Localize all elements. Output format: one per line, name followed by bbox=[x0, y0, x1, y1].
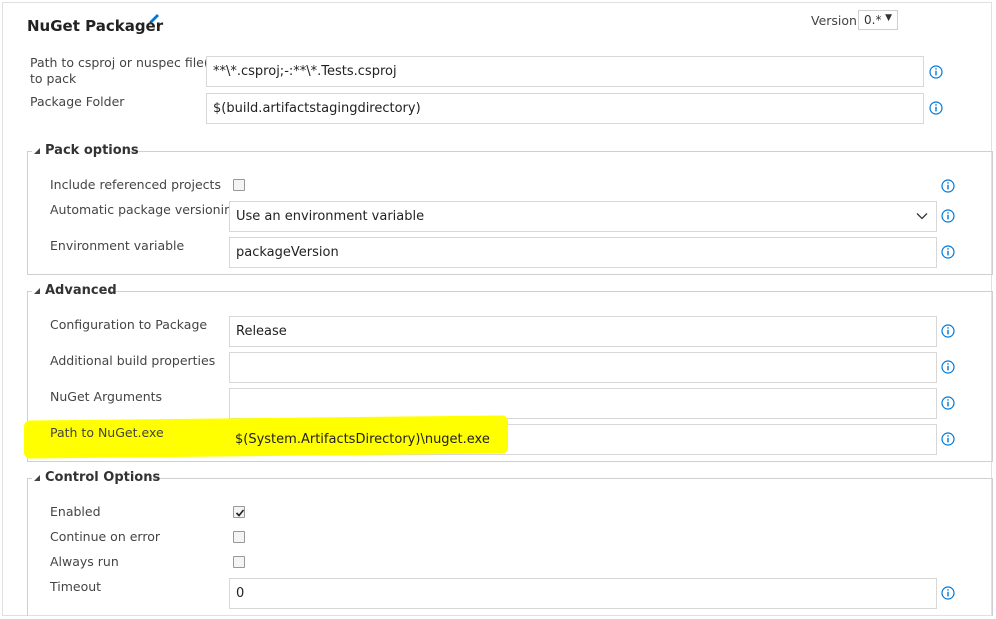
package-folder-label: Package Folder bbox=[30, 94, 125, 109]
continue-on-error-label: Continue on error bbox=[50, 529, 160, 544]
env-variable-input[interactable]: packageVersion bbox=[229, 237, 937, 268]
nuget-path-value[interactable]: $(System.ArtifactsDirectory)\nuget.exe bbox=[235, 432, 490, 448]
path-input[interactable]: **\*.csproj;-:**\*.Tests.csproj bbox=[206, 56, 924, 87]
versioning-value: Use an environment variable bbox=[236, 209, 425, 224]
package-folder-input[interactable]: $(build.artifactstagingdirectory) bbox=[206, 93, 924, 124]
configuration-input[interactable]: Release bbox=[229, 316, 937, 347]
timeout-label: Timeout bbox=[50, 579, 102, 594]
info-icon[interactable] bbox=[941, 209, 955, 223]
path-label-line2: to pack bbox=[30, 71, 77, 86]
info-icon[interactable] bbox=[941, 179, 955, 193]
collapse-triangle-icon[interactable] bbox=[33, 474, 41, 482]
pack-options-legend[interactable]: Pack options bbox=[45, 143, 139, 158]
build-properties-input[interactable] bbox=[229, 352, 937, 383]
page-title: NuGet Packager bbox=[27, 17, 164, 35]
info-icon[interactable] bbox=[929, 65, 943, 79]
pencil-icon[interactable] bbox=[147, 12, 161, 26]
path-label: Path to csproj or nuspec file(s) to pack bbox=[30, 55, 220, 87]
caret-down-icon: ▼ bbox=[885, 13, 892, 23]
collapse-triangle-icon[interactable] bbox=[33, 147, 41, 155]
collapse-triangle-icon[interactable] bbox=[33, 287, 41, 295]
nuget-arguments-input[interactable] bbox=[229, 388, 937, 419]
build-properties-label: Additional build properties bbox=[50, 353, 216, 368]
path-label-line1: Path to csproj or nuspec file(s) bbox=[30, 55, 221, 70]
info-icon[interactable] bbox=[941, 396, 955, 410]
configuration-label: Configuration to Package bbox=[50, 317, 208, 332]
info-icon[interactable] bbox=[941, 360, 955, 374]
info-icon[interactable] bbox=[941, 432, 955, 446]
version-value: 0.* bbox=[864, 13, 882, 27]
checkmark-icon bbox=[234, 507, 246, 519]
info-icon[interactable] bbox=[941, 245, 955, 259]
env-variable-label: Environment variable bbox=[50, 238, 185, 253]
timeout-input[interactable]: 0 bbox=[229, 578, 937, 609]
always-run-checkbox[interactable] bbox=[233, 556, 245, 568]
info-icon[interactable] bbox=[941, 324, 955, 338]
versioning-label: Automatic package versioning bbox=[50, 202, 240, 217]
always-run-label: Always run bbox=[50, 554, 119, 569]
include-referenced-label: Include referenced projects bbox=[50, 177, 221, 192]
continue-on-error-checkbox[interactable] bbox=[233, 531, 245, 543]
advanced-legend[interactable]: Advanced bbox=[45, 283, 117, 298]
nuget-path-label: Path to NuGet.exe bbox=[50, 425, 164, 440]
nuget-arguments-label: NuGet Arguments bbox=[50, 389, 163, 404]
info-icon[interactable] bbox=[941, 586, 955, 600]
version-label: Version bbox=[811, 13, 857, 28]
version-select[interactable]: 0.* ▼ bbox=[858, 10, 898, 30]
include-referenced-checkbox[interactable] bbox=[233, 179, 245, 191]
enabled-label: Enabled bbox=[50, 504, 101, 519]
chevron-down-icon bbox=[916, 213, 928, 220]
versioning-select[interactable]: Use an environment variable bbox=[229, 201, 937, 232]
info-icon[interactable] bbox=[929, 101, 943, 115]
enabled-checkbox[interactable] bbox=[233, 506, 245, 518]
control-options-legend[interactable]: Control Options bbox=[45, 470, 160, 485]
